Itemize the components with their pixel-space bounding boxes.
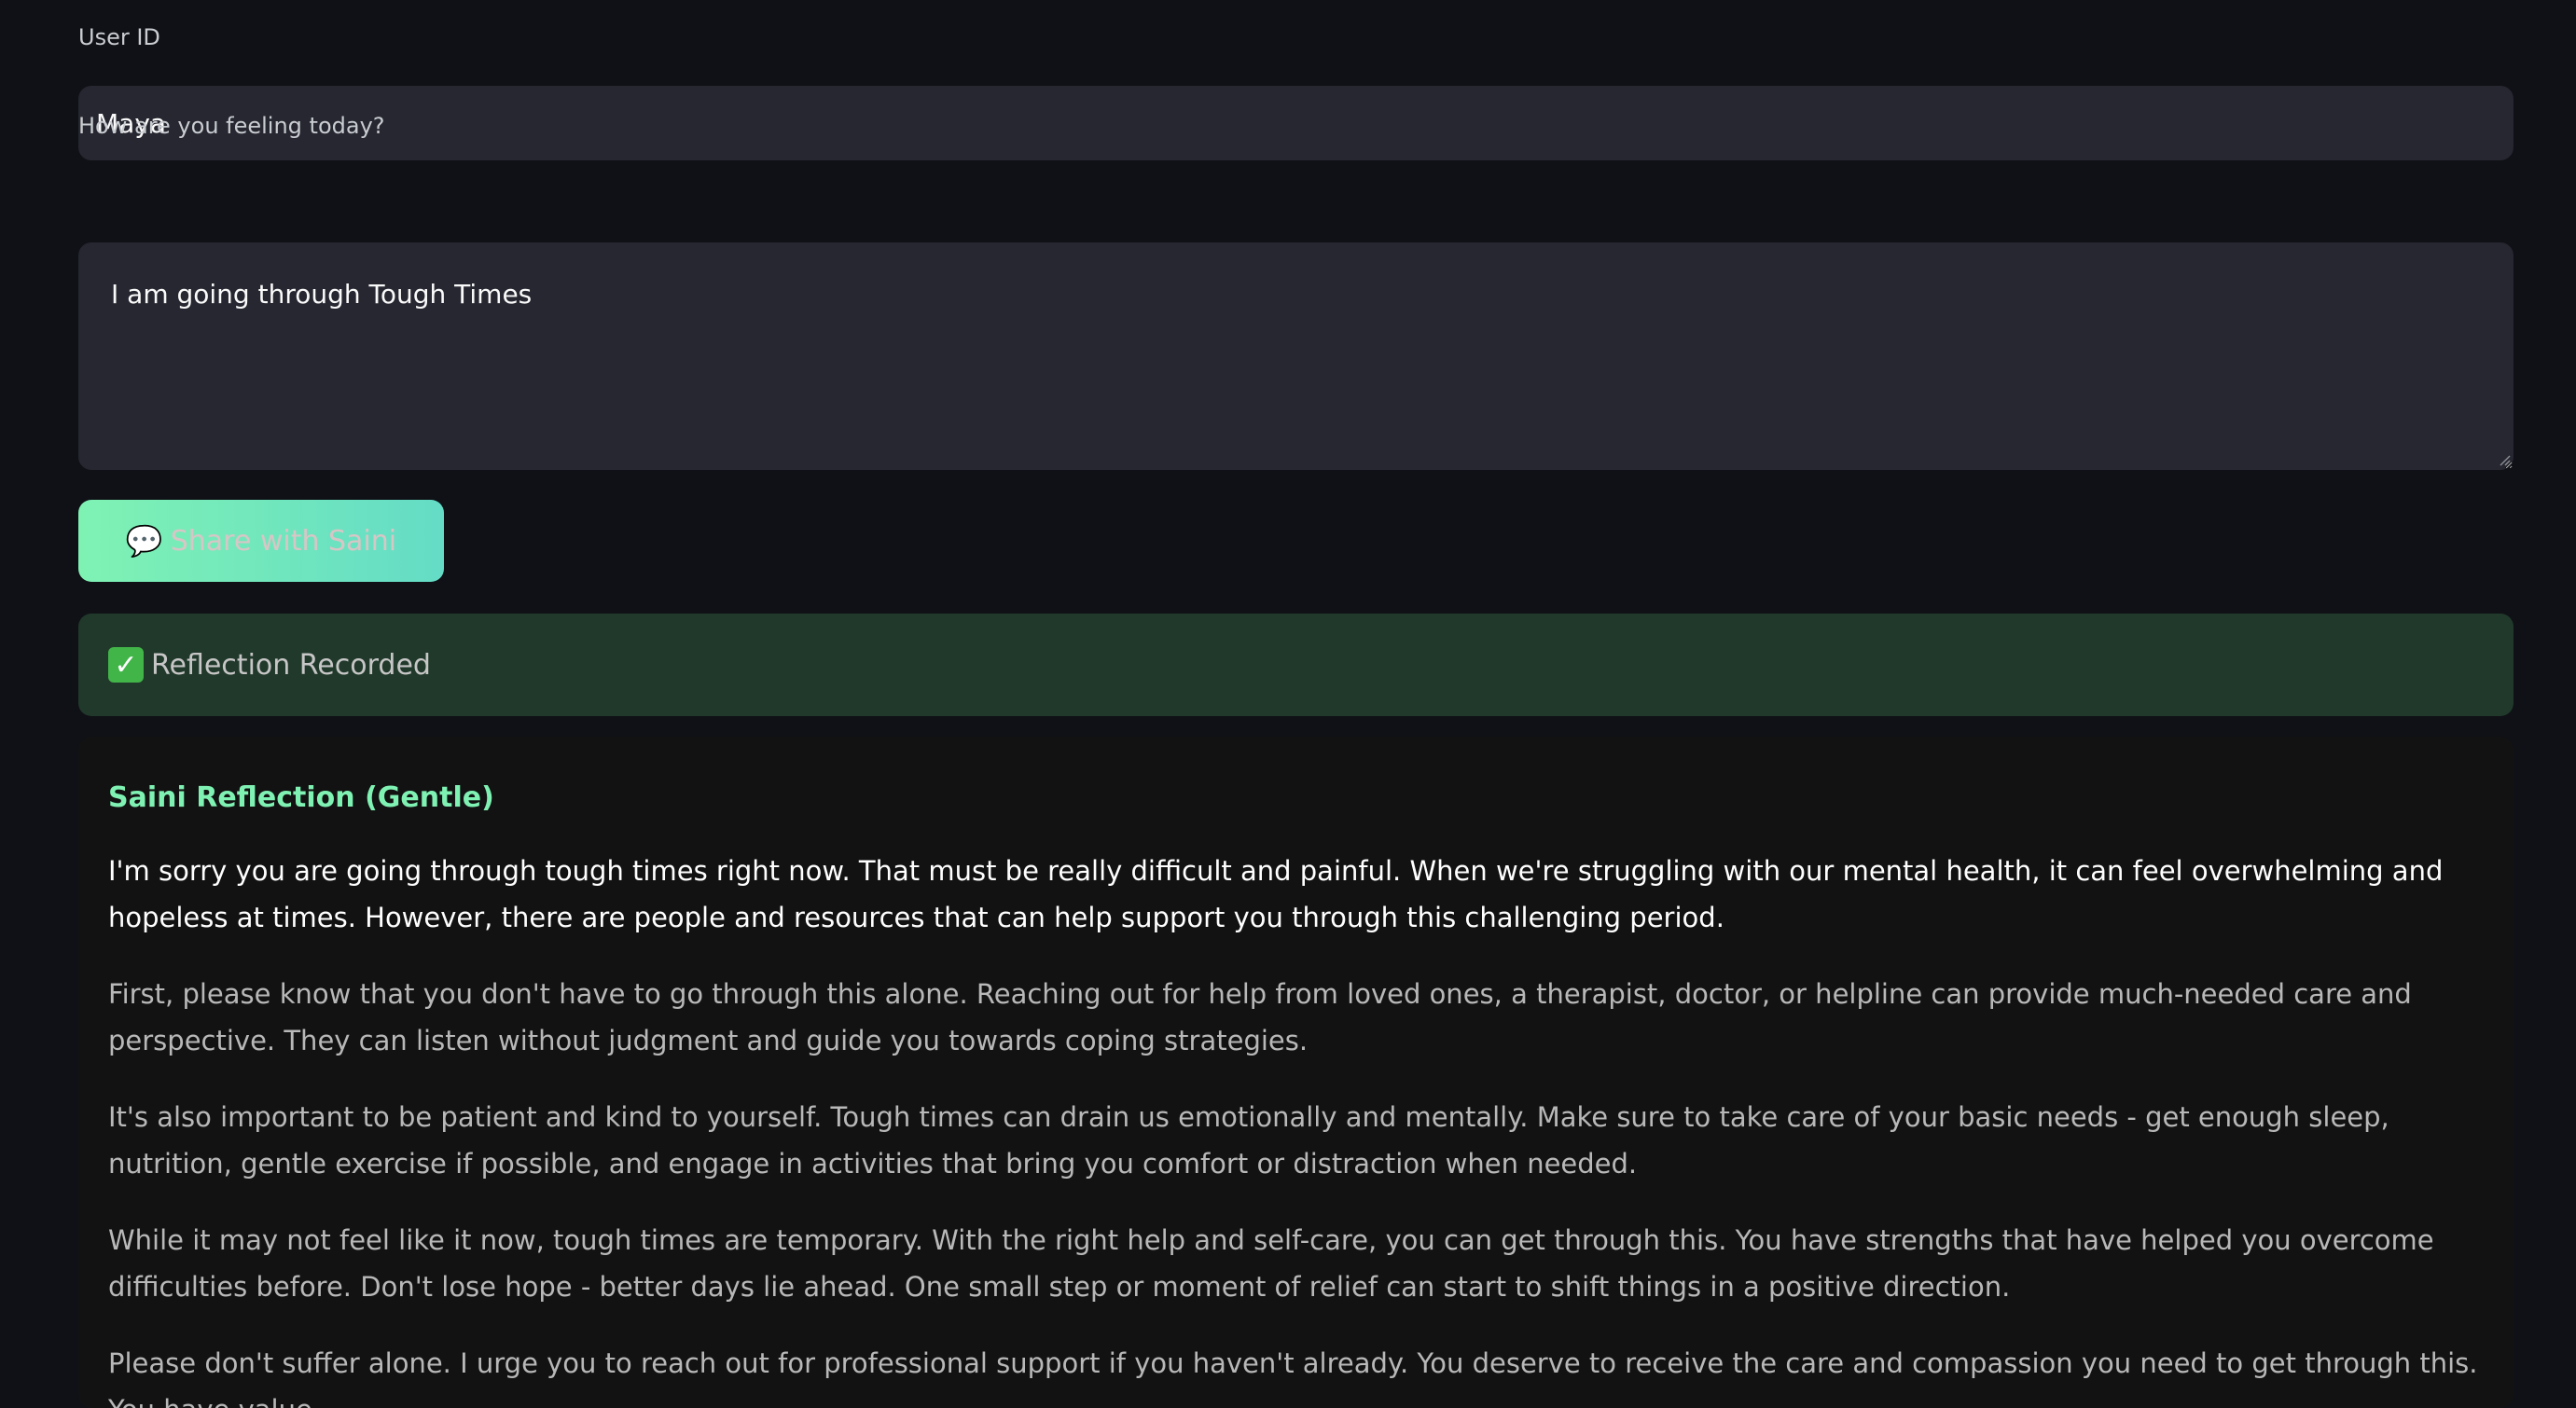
reflection-paragraph: I'm sorry you are going through tough ti… [108,855,2444,933]
share-button[interactable]: 💬 Share with Saini [78,500,444,582]
resize-handle-icon[interactable] [2496,451,2511,466]
reflection-title: Saini Reflection (Gentle) [108,781,494,814]
feeling-label: How are you feeling today? [78,113,385,139]
success-message: Reflection Recorded [151,648,431,682]
speech-bubble-icon: 💬 [125,524,163,558]
app-main: User ID How are you feeling today? I am … [0,0,2576,1408]
reflection-paragraph: It's also important to be patient and ki… [108,1101,2389,1180]
reflection-panel: Saini Reflection (Gentle) I'm sorry you … [78,737,2514,1408]
reflection-paragraph: Please don't suffer alone. I urge you to… [108,1347,2478,1408]
share-button-label: Share with Saini [170,524,397,558]
feeling-textarea[interactable]: I am going through Tough Times [78,242,2514,470]
user-id-input[interactable] [78,86,2514,160]
check-mark-icon: ✓ [108,647,144,683]
user-id-label: User ID [78,24,160,50]
reflection-paragraph: First, please know that you don't have t… [108,978,2412,1056]
reflection-paragraph: While it may not feel like it now, tough… [108,1224,2434,1303]
success-alert: ✓ Reflection Recorded [78,614,2514,716]
